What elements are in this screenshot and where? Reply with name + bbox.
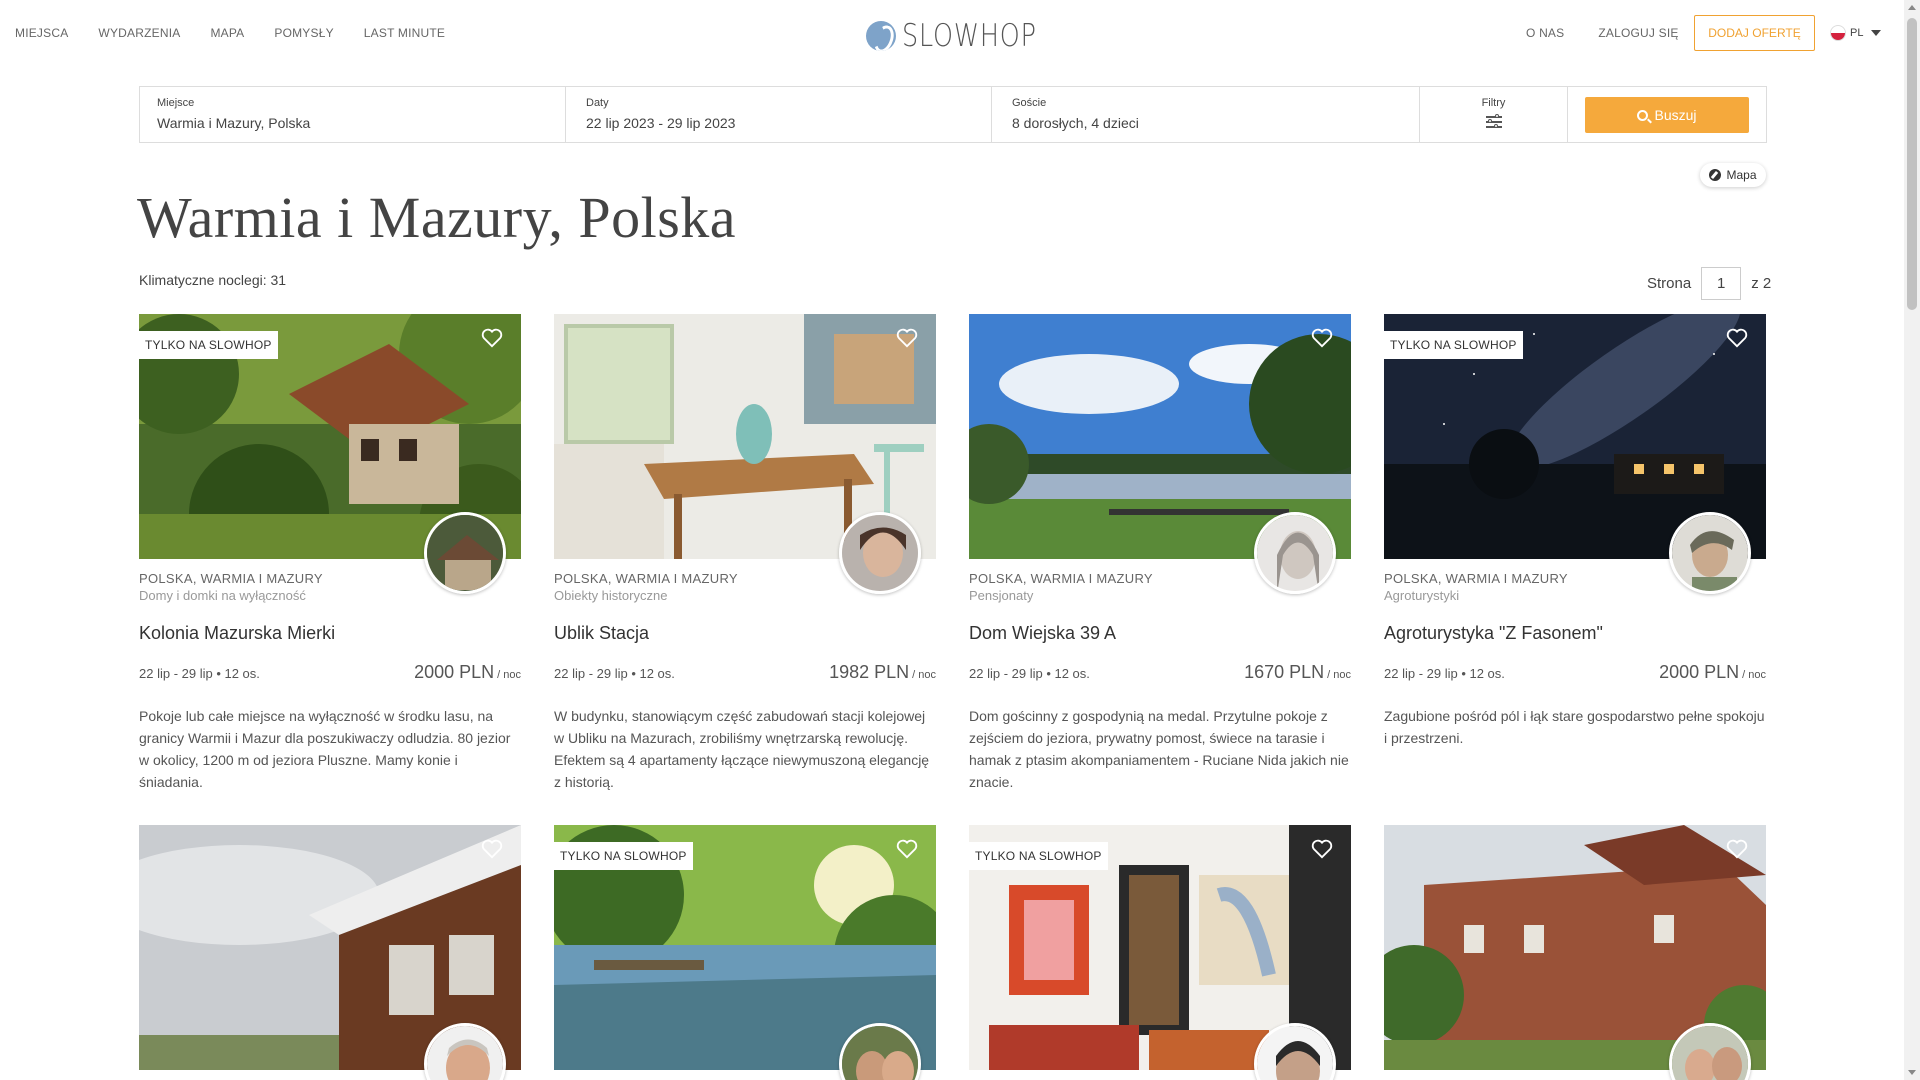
logo-mark-icon bbox=[866, 21, 896, 51]
listing-price: 2000 PLN / noc bbox=[414, 662, 521, 683]
listing-description: W budynku, stanowiącym część zabudowań s… bbox=[554, 708, 930, 790]
listing-card[interactable]: POLSKA, WARMIA I MAZURY Pensjonaty Dom W… bbox=[969, 314, 1351, 793]
listing-description: Zagubione pośród pól i łąk stare gospoda… bbox=[1384, 708, 1765, 746]
search-icon bbox=[1637, 109, 1649, 121]
price-value: 1670 PLN bbox=[1244, 662, 1325, 682]
sliders-icon bbox=[1485, 113, 1502, 129]
caret-down-icon bbox=[1871, 30, 1882, 36]
heart-icon[interactable] bbox=[481, 839, 503, 859]
language-code: PL bbox=[1850, 27, 1864, 39]
logo-text: SLOWHOP bbox=[902, 18, 1037, 54]
pager-label: Strona bbox=[1647, 275, 1692, 292]
guests-label: Goście bbox=[1012, 97, 1047, 109]
listing-description: Dom gościnny z gospodynią na medal. Przy… bbox=[969, 708, 1349, 790]
listing-dates: 22 lip - 29 lip • 12 os. bbox=[969, 666, 1090, 681]
listing-dates: 22 lip - 29 lip • 12 os. bbox=[139, 666, 260, 681]
exclusive-badge: TYLKO NA SLOWHOP bbox=[1384, 331, 1523, 359]
heart-icon[interactable] bbox=[896, 328, 918, 348]
listing-dates: 22 lip - 29 lip • 12 os. bbox=[1384, 666, 1505, 681]
heart-icon[interactable] bbox=[1311, 328, 1333, 348]
dates-input[interactable]: 22 lip 2023 - 29 lip 2023 bbox=[586, 115, 974, 131]
host-avatar[interactable] bbox=[1254, 512, 1336, 594]
nav-pomysly[interactable]: POMYSŁY bbox=[274, 26, 333, 40]
price-unit: / noc bbox=[1742, 669, 1766, 681]
scroll-up-icon[interactable] bbox=[1908, 5, 1916, 10]
filters-button[interactable]: Filtry bbox=[1420, 87, 1568, 142]
pager-total: z 2 bbox=[1751, 275, 1772, 292]
place-label: Miejsce bbox=[157, 97, 195, 109]
place-input[interactable]: Warmia i Mazury, Polska bbox=[157, 115, 548, 131]
polish-flag-icon bbox=[1830, 25, 1846, 41]
price-unit: / noc bbox=[912, 669, 936, 681]
filters-label: Filtry bbox=[1481, 97, 1506, 109]
listing-price: 2000 PLN / noc bbox=[1659, 662, 1766, 683]
results-count: Klimatyczne noclegi: 31 bbox=[139, 272, 287, 288]
listing-card[interactable]: TYLKO NA SLOWHOP POLSKA, WARMIA I MAZURY… bbox=[139, 314, 521, 793]
listing-card[interactable] bbox=[139, 825, 521, 1080]
listing-price: 1670 PLN / noc bbox=[1244, 662, 1351, 683]
nav-login[interactable]: ZALOGUJ SIĘ bbox=[1598, 26, 1678, 40]
guests-field[interactable]: Goście 8 dorosłych, 4 dzieci bbox=[992, 87, 1420, 142]
pagination: Strona 1 z 2 bbox=[1647, 267, 1771, 300]
heart-icon[interactable] bbox=[481, 328, 503, 348]
map-button-label: Mapa bbox=[1726, 168, 1757, 182]
listing-name[interactable]: Dom Wiejska 39 A bbox=[969, 623, 1351, 644]
page-number-input[interactable]: 1 bbox=[1701, 267, 1742, 300]
host-avatar[interactable] bbox=[424, 512, 506, 594]
host-avatar[interactable] bbox=[1669, 512, 1751, 594]
listing-card[interactable]: TYLKO NA SLOWHOP bbox=[969, 825, 1351, 1080]
compass-icon bbox=[1709, 169, 1722, 181]
scrollbar[interactable] bbox=[1904, 0, 1920, 1080]
search-button-label: Buszuj bbox=[1654, 107, 1697, 123]
map-button[interactable]: Mapa bbox=[1700, 163, 1766, 187]
heart-icon[interactable] bbox=[1726, 839, 1748, 859]
nav-miejsca[interactable]: MIEJSCA bbox=[15, 26, 68, 40]
listing-card[interactable]: POLSKA, WARMIA I MAZURY Obiekty historyc… bbox=[554, 314, 936, 793]
main-menu: MIEJSCA WYDARZENIA MAPA POMYSŁY LAST MIN… bbox=[15, 26, 445, 40]
search-bar: Miejsce Warmia i Mazury, Polska Daty 22 … bbox=[139, 86, 1767, 143]
listing-price-row: 22 lip - 29 lip • 12 os. 1982 PLN / noc bbox=[554, 662, 936, 683]
page-title: Warmia i Mazury, Polska bbox=[137, 185, 737, 250]
host-avatar[interactable] bbox=[839, 512, 921, 594]
listing-price-row: 22 lip - 29 lip • 12 os. 1670 PLN / noc bbox=[969, 662, 1351, 683]
listing-price-row: 22 lip - 29 lip • 12 os. 2000 PLN / noc bbox=[1384, 662, 1766, 683]
heart-icon[interactable] bbox=[1726, 328, 1748, 348]
add-offer-button[interactable]: DODAJ OFERTĘ bbox=[1694, 15, 1815, 51]
nav-mapa[interactable]: MAPA bbox=[210, 26, 244, 40]
listing-price-row: 22 lip - 29 lip • 12 os. 2000 PLN / noc bbox=[139, 662, 521, 683]
scrollbar-thumb[interactable] bbox=[1907, 18, 1917, 310]
exclusive-badge: TYLKO NA SLOWHOP bbox=[139, 331, 278, 359]
scroll-down-icon[interactable] bbox=[1908, 1070, 1916, 1075]
listing-name[interactable]: Ublik Stacja bbox=[554, 623, 936, 644]
heart-icon[interactable] bbox=[896, 839, 918, 859]
nav-wydarzenia[interactable]: WYDARZENIA bbox=[98, 26, 180, 40]
listing-card[interactable]: TYLKO NA SLOWHOP bbox=[554, 825, 936, 1080]
logo[interactable]: SLOWHOP bbox=[866, 18, 1066, 54]
listing-description: Pokoje lub całe miejsce na wyłączność w … bbox=[139, 708, 511, 790]
listing-card[interactable] bbox=[1384, 825, 1766, 1080]
price-unit: / noc bbox=[497, 669, 521, 681]
price-value: 2000 PLN bbox=[1659, 662, 1740, 682]
exclusive-badge: TYLKO NA SLOWHOP bbox=[554, 842, 693, 870]
user-menu: O NAS ZALOGUJ SIĘ bbox=[1526, 26, 1679, 40]
place-field[interactable]: Miejsce Warmia i Mazury, Polska bbox=[140, 87, 566, 142]
price-value: 2000 PLN bbox=[414, 662, 495, 682]
language-selector[interactable]: PL bbox=[1830, 25, 1882, 41]
dates-field[interactable]: Daty 22 lip 2023 - 29 lip 2023 bbox=[566, 87, 992, 142]
top-navigation: MIEJSCA WYDARZENIA MAPA POMYSŁY LAST MIN… bbox=[0, 0, 1904, 65]
nav-o-nas[interactable]: O NAS bbox=[1526, 26, 1564, 40]
heart-icon[interactable] bbox=[1311, 839, 1333, 859]
price-value: 1982 PLN bbox=[829, 662, 910, 682]
listing-card[interactable]: TYLKO NA SLOWHOP POLSKA, WARMIA I MAZURY… bbox=[1384, 314, 1766, 749]
price-unit: / noc bbox=[1327, 669, 1351, 681]
guests-input[interactable]: 8 dorosłych, 4 dzieci bbox=[1012, 115, 1402, 131]
listing-dates: 22 lip - 29 lip • 12 os. bbox=[554, 666, 675, 681]
exclusive-badge: TYLKO NA SLOWHOP bbox=[969, 842, 1108, 870]
dates-label: Daty bbox=[586, 97, 609, 109]
listing-price: 1982 PLN / noc bbox=[829, 662, 936, 683]
listing-name[interactable]: Kolonia Mazurska Mierki bbox=[139, 623, 521, 644]
search-button[interactable]: Buszuj bbox=[1585, 97, 1749, 133]
nav-last-minute[interactable]: LAST MINUTE bbox=[364, 26, 445, 40]
listing-name[interactable]: Agroturystyka "Z Fasonem" bbox=[1384, 623, 1766, 644]
